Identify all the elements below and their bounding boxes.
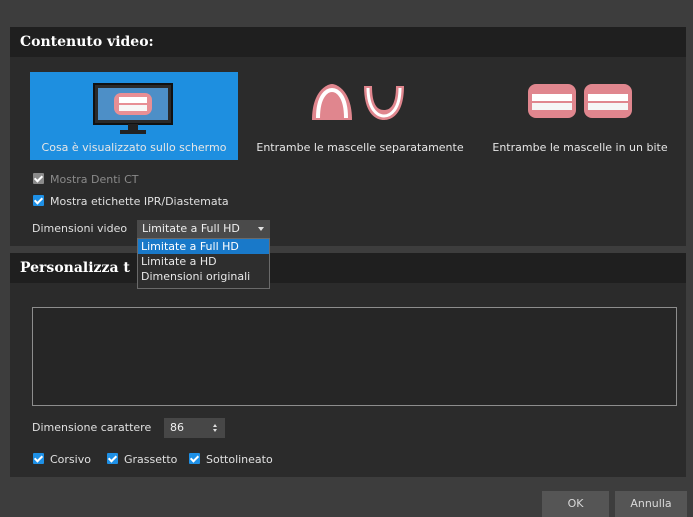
bold-checkbox[interactable]: Grassetto [107, 452, 177, 468]
text-customization-title: Personalizza t [10, 253, 686, 283]
separate-jaws-icon [308, 80, 408, 127]
video-size-value: Limitate a Full HD [142, 222, 240, 235]
spin-up-icon[interactable] [213, 424, 217, 427]
jaws-in-bite-icon [526, 82, 634, 125]
show-ipr-labels-checkbox[interactable]: Mostra etichette IPR/Diastemata [33, 194, 229, 210]
show-ipr-labels-label: Mostra etichette IPR/Diastemata [50, 195, 229, 208]
checkbox-checked-icon [33, 195, 44, 206]
show-ct-teeth-checkbox: Mostra Denti CT [33, 172, 139, 188]
option-screen-content[interactable]: Cosa è visualizzato sullo schermo [30, 72, 238, 160]
checkbox-checked-icon [33, 453, 44, 464]
italic-label: Corsivo [50, 453, 91, 466]
video-size-select[interactable]: Limitate a Full HD [137, 220, 270, 238]
overlay-text-area[interactable] [32, 307, 677, 406]
font-size-spinner[interactable]: 86 [164, 418, 225, 438]
checkbox-checked-icon [189, 453, 200, 464]
option-jaws-bite-label: Entrambe le mascelle in un bite [492, 141, 668, 154]
chevron-down-icon [258, 227, 264, 231]
show-ct-teeth-label: Mostra Denti CT [50, 173, 139, 186]
option-separate-jaws-label: Entrambe le mascelle separatamente [256, 141, 464, 154]
cancel-button[interactable]: Annulla [615, 491, 687, 517]
monitor-teeth-icon [92, 82, 174, 141]
video-size-dropdown: Limitate a Full HD Limitate a HD Dimensi… [137, 238, 270, 289]
dropdown-option-original[interactable]: Dimensioni originali [138, 269, 269, 284]
option-screen-content-label: Cosa è visualizzato sullo schermo [41, 141, 227, 154]
underline-label: Sottolineato [206, 453, 273, 466]
video-content-title: Contenuto video: [10, 27, 686, 57]
option-separate-jaws[interactable]: Entrambe le mascelle separatamente [240, 72, 480, 160]
option-jaws-bite[interactable]: Entrambe le mascelle in un bite [482, 72, 678, 160]
ok-button[interactable]: OK [542, 491, 609, 517]
font-size-value: 86 [170, 421, 184, 434]
bold-label: Grassetto [124, 453, 178, 466]
video-size-label: Dimensioni video [32, 222, 128, 235]
underline-checkbox[interactable]: Sottolineato [189, 452, 273, 468]
spin-down-icon[interactable] [213, 429, 217, 432]
italic-checkbox[interactable]: Corsivo [33, 452, 91, 468]
dropdown-option-hd[interactable]: Limitate a HD [138, 254, 269, 269]
dropdown-option-full-hd[interactable]: Limitate a Full HD [138, 239, 269, 254]
checkbox-checked-icon [33, 173, 44, 184]
checkbox-checked-icon [107, 453, 118, 464]
font-size-label: Dimensione carattere [32, 421, 152, 434]
